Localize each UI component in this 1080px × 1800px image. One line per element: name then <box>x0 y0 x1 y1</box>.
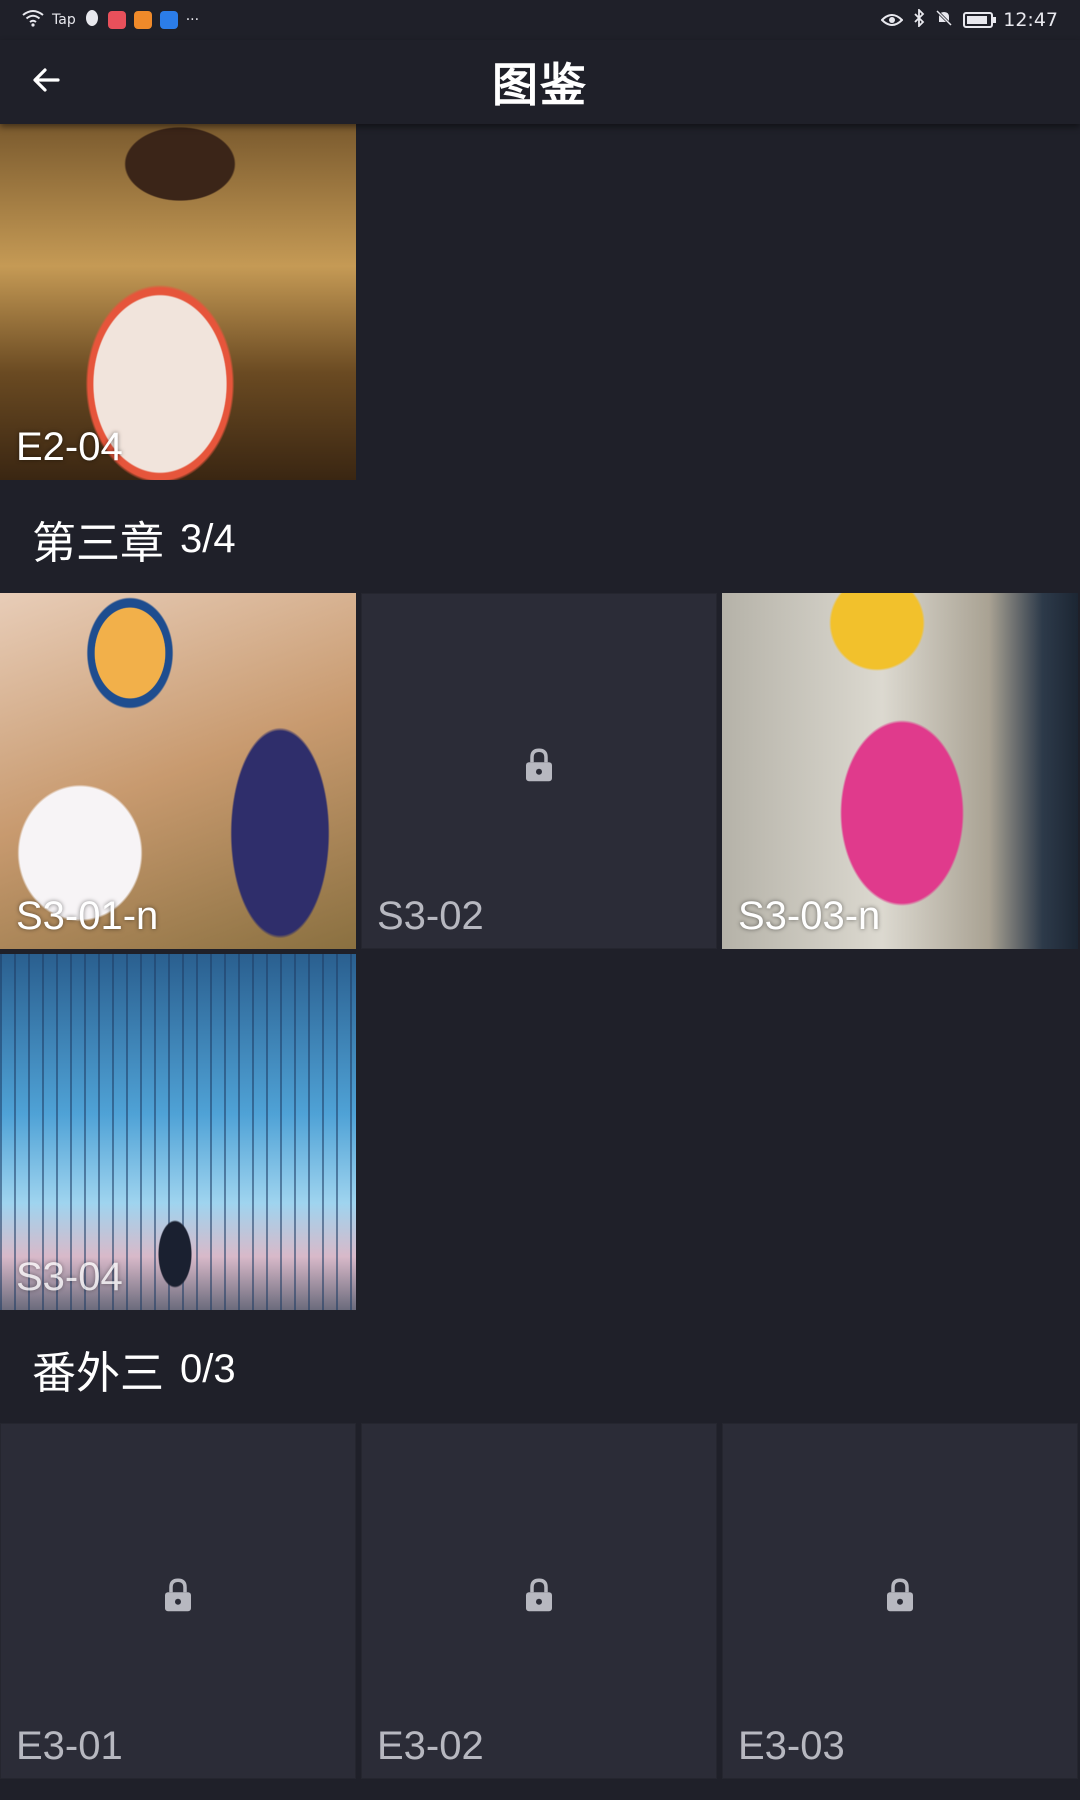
section-header-chapter-3: 第三章 3/4 <box>0 485 1080 593</box>
gallery-row: S3-01-n S3-02 S3-03-n <box>0 593 1080 949</box>
section-title: 第三章 <box>32 518 164 569</box>
gallery-tile-s3-01-n[interactable]: S3-01-n <box>0 593 356 949</box>
status-bar-right: 12:47 <box>880 7 1058 32</box>
eye-comfort-icon <box>880 8 904 32</box>
clock: 12:47 <box>1003 9 1058 31</box>
gallery-tile-e3-01-locked[interactable]: E3-01 <box>0 1423 356 1779</box>
gallery-tile-e2-04[interactable]: E2-04 <box>0 124 356 480</box>
mute-bell-icon <box>935 8 953 32</box>
lock-icon <box>886 1578 914 1616</box>
back-button[interactable] <box>24 60 68 104</box>
section-header-extra-3: 番外三 0/3 <box>0 1315 1080 1423</box>
app-notification-icon-red <box>107 11 126 29</box>
tile-label: S3-03-n <box>738 894 881 938</box>
tile-label: S3-01-n <box>16 894 159 938</box>
app-notification-icon-orange <box>133 11 152 29</box>
status-bar-left: Tap ··· <box>22 8 199 32</box>
gallery-row: E3-01 E3-02 E3-03 <box>0 1423 1080 1779</box>
gallery-tile-e3-03-locked[interactable]: E3-03 <box>722 1423 1078 1779</box>
tile-label: S3-04 <box>16 1255 123 1299</box>
more-notifications: ··· <box>185 12 200 28</box>
section-count: 0/3 <box>180 1346 236 1391</box>
tile-label: E2-04 <box>16 425 123 469</box>
section-title: 番外三 <box>32 1348 164 1399</box>
gallery-tile-s3-02-locked[interactable]: S3-02 <box>361 593 717 949</box>
page-title: 图鉴 <box>492 58 588 112</box>
lock-icon <box>164 1578 192 1616</box>
battery-icon <box>963 12 997 28</box>
gallery-tile-s3-04[interactable]: S3-04 <box>0 954 356 1310</box>
gallery-row: S3-04 <box>0 954 1080 1310</box>
lock-icon <box>525 1578 553 1616</box>
app-bar: 图鉴 <box>0 40 1080 124</box>
tile-label: E3-01 <box>16 1724 123 1768</box>
arrow-left-icon <box>31 65 61 99</box>
status-bar: Tap ··· 12:47 <box>0 0 1080 40</box>
gallery-row: E2-04 <box>0 124 1080 480</box>
gallery-list[interactable]: E2-04 第三章 3/4 S3-01-n S3-02 S3-03-n S3-0… <box>0 124 1080 1784</box>
cloud-app-icon <box>159 11 178 29</box>
gallery-tile-e3-02-locked[interactable]: E3-02 <box>361 1423 717 1779</box>
tile-label: S3-02 <box>377 894 484 938</box>
tile-label: E3-03 <box>738 1724 845 1768</box>
lock-icon <box>525 748 553 786</box>
bluetooth-icon <box>913 7 925 32</box>
gallery-tile-s3-03-n[interactable]: S3-03-n <box>722 593 1078 949</box>
qq-penguin-icon <box>84 8 100 32</box>
section-count: 3/4 <box>180 516 236 561</box>
tile-label: E3-02 <box>377 1724 484 1768</box>
carrier-tag: Tap <box>52 12 76 28</box>
wifi-icon <box>22 8 44 32</box>
